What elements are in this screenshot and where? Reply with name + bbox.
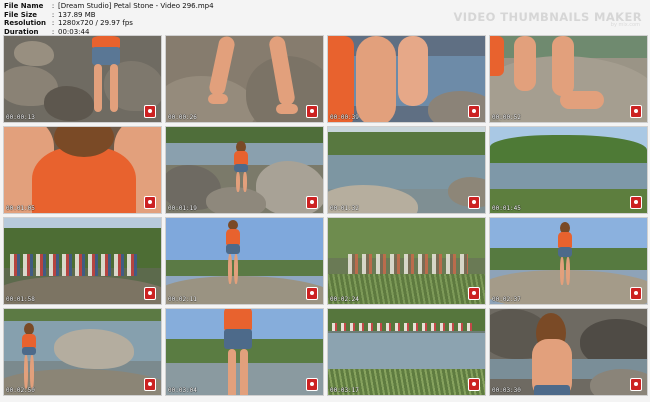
thumbnail-image (490, 127, 647, 213)
thumbnail-image (328, 127, 485, 213)
meta-key: File Size (4, 10, 38, 19)
timestamp: 00:03:17 (330, 387, 359, 394)
studio-logo-icon (468, 287, 480, 300)
timestamp: 00:02:24 (330, 296, 359, 303)
thumbnail-image (4, 309, 161, 395)
thumbnail-image (490, 309, 647, 395)
file-info-header: File Name: [Dream Studio] Petal Stone - V… (4, 2, 646, 36)
thumbnail-image (166, 127, 323, 213)
thumbnail-14[interactable]: 00:03:04 (165, 308, 324, 396)
studio-logo-icon (144, 105, 156, 118)
thumbnail-image (328, 36, 485, 122)
studio-logo-icon (468, 196, 480, 209)
timestamp: 00:00:52 (492, 114, 521, 121)
timestamp: 00:03:30 (492, 387, 521, 394)
meta-separator: : (51, 19, 55, 28)
thumbnail-image (166, 218, 323, 304)
timestamp: 00:01:32 (330, 205, 359, 212)
timestamp: 00:01:58 (6, 296, 35, 303)
timestamp: 00:01:45 (492, 205, 521, 212)
thumbnail-image (490, 218, 647, 304)
timestamp: 00:02:50 (6, 387, 35, 394)
meta-key: Resolution (4, 19, 47, 28)
thumbnail-15[interactable]: 00:03:17 (327, 308, 486, 396)
studio-logo-icon (306, 105, 318, 118)
meta-separator: : (51, 2, 55, 10)
timestamp: 00:02:37 (492, 296, 521, 303)
thumbnail-7[interactable]: 00:01:32 (327, 126, 486, 214)
timestamp: 00:01:19 (168, 205, 197, 212)
thumbnail-9[interactable]: 00:01:58 (3, 217, 162, 305)
thumbnail-8[interactable]: 00:01:45 (489, 126, 648, 214)
meta-row-filesize: File Size:137.89 MB (4, 11, 214, 20)
studio-logo-icon (630, 105, 642, 118)
studio-logo-icon (306, 378, 318, 391)
thumbnail-2[interactable]: 00:00:26 (165, 35, 324, 123)
timestamp: 00:00:39 (330, 114, 359, 121)
brand-subtitle: by mix.com (610, 22, 640, 28)
thumbnail-image (4, 36, 161, 122)
thumbnail-6[interactable]: 00:01:19 (165, 126, 324, 214)
thumbnail-13[interactable]: 00:02:50 (3, 308, 162, 396)
thumbnail-4[interactable]: 00:00:52 (489, 35, 648, 123)
timestamp: 00:03:04 (168, 387, 197, 394)
thumbnail-image (328, 218, 485, 304)
meta-row-filename: File Name: [Dream Studio] Petal Stone - V… (4, 2, 214, 11)
thumbnail-3[interactable]: 00:00:39 (327, 35, 486, 123)
studio-logo-icon (468, 378, 480, 391)
thumbnail-11[interactable]: 00:02:24 (327, 217, 486, 305)
timestamp: 00:01:05 (6, 205, 35, 212)
timestamp: 00:02:11 (168, 296, 197, 303)
timestamp: 00:00:26 (168, 114, 197, 121)
meta-row-resolution: Resolution:1280x720 / 29.97 fps (4, 19, 214, 28)
studio-logo-icon (630, 287, 642, 300)
thumbnail-12[interactable]: 00:02:37 (489, 217, 648, 305)
thumbnail-image (328, 309, 485, 395)
thumbnail-5[interactable]: 00:01:05 (3, 126, 162, 214)
meta-value-filename: [Dream Studio] Petal Stone - Video 296.m… (58, 2, 214, 10)
thumbnail-grid: 00:00:13 00:00:26 00:00:39 00:00:52 00:0… (3, 35, 648, 396)
thumbnail-image (4, 127, 161, 213)
thumbnail-image (490, 36, 647, 122)
thumbnail-1[interactable]: 00:00:13 (3, 35, 162, 123)
studio-logo-icon (468, 105, 480, 118)
meta-key: File Name (4, 2, 44, 10)
thumbnail-10[interactable]: 00:02:11 (165, 217, 324, 305)
studio-logo-icon (630, 378, 642, 391)
studio-logo-icon (144, 287, 156, 300)
thumbnail-16[interactable]: 00:03:30 (489, 308, 648, 396)
thumbnail-image (166, 309, 323, 395)
thumbnail-image (166, 36, 323, 122)
studio-logo-icon (144, 378, 156, 391)
meta-value-resolution: 1280x720 / 29.97 fps (58, 19, 133, 28)
meta-separator: : (51, 10, 55, 19)
studio-logo-icon (630, 196, 642, 209)
file-metadata: File Name: [Dream Studio] Petal Stone - V… (4, 2, 214, 36)
timestamp: 00:00:13 (6, 114, 35, 121)
studio-logo-icon (306, 196, 318, 209)
studio-logo-icon (144, 196, 156, 209)
meta-value-filesize: 137.89 MB (58, 10, 96, 19)
thumbnail-image (4, 218, 161, 304)
studio-logo-icon (306, 287, 318, 300)
